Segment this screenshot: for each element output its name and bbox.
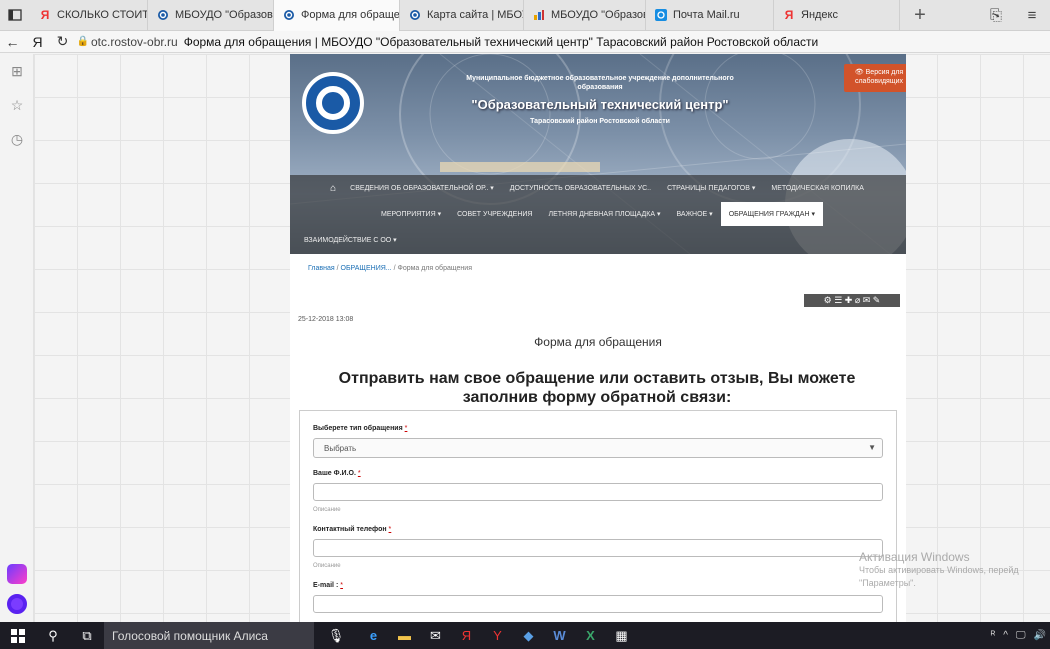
yandex-icon: Я [784,8,794,22]
mail-icon [654,8,668,22]
org-type: Муниципальное бюджетное образовательное … [466,75,734,91]
menu-item-teachers[interactable]: СТРАНИЦЫ ПЕДАГОГОВ ▾ [659,184,763,192]
main-menu: ⌂ СВЕДЕНИЯ ОБ ОБРАЗОВАТЕЛЬНОЙ ОР.. ▾ ДОС… [290,175,906,254]
browser-sidebar: ⊞ ☆ ◷ [0,54,34,622]
messenger-icon[interactable]: ✉ [420,622,451,649]
favorites-star-icon[interactable]: ☆ [0,88,34,122]
phone-label: Контактный телефон * [313,526,392,533]
reload-icon[interactable]: ↻ [50,33,75,50]
site-logo-icon [156,8,170,22]
site-header: Муниципальное бюджетное образовательное … [290,54,906,254]
site-logo-icon [408,8,422,22]
new-tab-button[interactable]: + [900,0,940,31]
show-hidden-icons-icon[interactable]: ^ [1003,630,1008,641]
breadcrumb-home[interactable]: Главная [308,265,335,272]
menu-item-summer[interactable]: ЛЕТНЯЯ ДНЕВНАЯ ПЛОЩАДКА ▾ [540,210,668,218]
lock-icon[interactable]: 🔒 [75,36,91,47]
tab-4[interactable]: Карта сайта | МБОУДО [400,0,524,31]
name-input[interactable] [313,483,883,501]
excel-icon[interactable]: X [575,622,606,649]
menu-item-events[interactable]: МЕРОПРИЯТИЯ ▾ [373,210,449,218]
menu-item-cooperation[interactable]: ВЗАИМОДЕЙСТВИЕ С ОО ▾ [304,236,397,244]
appeal-type-label: Выберете тип обращения * [313,425,408,432]
yandex-icon: Я [40,8,50,22]
tab-3[interactable]: Форма для обраще✕ [274,0,400,31]
task-view-icon[interactable]: ⧉ [70,622,104,649]
url-page-title[interactable]: Форма для обращения | МБОУДО "Образовате… [184,35,818,49]
yandex-home-icon[interactable]: Я [25,34,50,50]
menu-icon[interactable]: ≡ [1014,0,1050,31]
apps-grid-icon[interactable]: ⊞ [0,54,34,88]
browser-tab-bar: ЯСКОЛЬКО СТОИТ ТЕТР МБОУДО "Образовате Ф… [0,0,1050,31]
calculator-icon[interactable]: ▦ [606,622,637,649]
phone-input[interactable] [313,539,883,557]
tab-1[interactable]: ЯСКОЛЬКО СТОИТ ТЕТР [30,0,148,31]
address-bar: ← Я ↻ 🔒 otc.rostov-obr.ru Форма для обра… [0,31,1050,53]
volume-icon[interactable]: 🔊 [1034,630,1046,641]
low-vision-button[interactable]: 👁 Версия для слабовидящих [844,64,906,92]
history-clock-icon[interactable]: ◷ [0,122,34,156]
chart-icon [532,8,546,22]
edit-toolbar[interactable]: ⚙ ☰ ✚ ⌀ ✉ ✎ [804,294,900,307]
keyboard-layout-icon[interactable]: ᴿ [991,630,996,641]
form-intro-heading: Отправить нам свое обращение или оставит… [338,370,856,406]
windows-start-icon[interactable] [0,622,36,649]
sidebar-toggle-icon[interactable] [0,0,30,31]
back-icon[interactable]: ← [0,34,25,50]
website-page: Муниципальное бюджетное образовательное … [290,54,906,622]
org-region: Тарасовский район Ростовской области [530,118,670,125]
alice-app-icon[interactable] [7,564,27,584]
site-logo-icon [282,8,296,22]
alice-voice-icon[interactable] [7,594,27,614]
breadcrumb: Главная / ОБРАЩЕНИЯ... / Форма для обращ… [308,265,472,272]
publish-date: 25-12-2018 13:08 [298,316,354,323]
menu-item-info[interactable]: СВЕДЕНИЯ ОБ ОБРАЗОВАТЕЛЬНОЙ ОР.. ▾ [342,184,502,192]
menu-item-council[interactable]: СОВЕТ УЧРЕЖДЕНИЯ [449,211,540,218]
email-label: E-mail : * [313,582,343,589]
system-tray: ᴿ ^ 🖵 🔊 [983,622,1046,649]
search-icon[interactable]: ⚲ [36,622,70,649]
menu-item-methods[interactable]: МЕТОДИЧЕСКАЯ КОПИЛКА [763,185,872,192]
appeal-type-select[interactable]: Выбрать ▼ [313,438,883,458]
tab-2[interactable]: МБОУДО "Образовате [148,0,274,31]
name-hint: Описание [313,507,341,513]
tab-7[interactable]: Я Яндекс [774,0,900,31]
windows-activation-watermark: Активация Windows Чтобы активировать Win… [859,550,1019,588]
alice-voice-assistant[interactable]: Голосовой помощник Алиса [104,622,314,649]
windows-taskbar: ⚲ ⧉ Голосовой помощник Алиса 🎙 e ▬ ✉ Я Y… [0,622,1050,649]
phone-hint: Описание [313,563,341,569]
feedback-form: Выберете тип обращения * Выбрать ▼ Ваше Ф… [299,410,897,622]
yandex-app-icon[interactable]: Y [482,622,513,649]
microphone-icon[interactable]: 🎙 [314,622,358,649]
window-controls: ⎘ ≡ [978,0,1050,31]
url-domain[interactable]: otc.rostov-obr.ru [91,35,178,49]
email-input[interactable] [313,595,883,613]
site-title-block: Муниципальное бюджетное образовательное … [450,74,750,125]
tab-6[interactable]: Почта Mail.ru [646,0,774,31]
menu-item-accessibility[interactable]: ДОСТУПНОСТЬ ОБРАЗОВАТЕЛЬНЫХ УС.. [502,185,659,192]
paint-icon[interactable]: ◆ [513,622,544,649]
bookmark-icon[interactable]: ⎘ [978,0,1014,31]
site-logo[interactable] [302,72,364,134]
page-title: Форма для обращения [534,335,662,349]
name-label: Ваше Ф.И.О. * [313,470,361,477]
edge-icon[interactable]: e [358,622,389,649]
file-explorer-icon[interactable]: ▬ [389,622,420,649]
home-icon[interactable]: ⌂ [324,183,342,194]
network-icon[interactable]: 🖵 [1016,630,1026,641]
word-icon[interactable]: W [544,622,575,649]
breadcrumb-current: Форма для обращения [397,265,473,272]
tab-5[interactable]: МБОУДО "Образовате [524,0,646,31]
menu-item-appeals[interactable]: ОБРАЩЕНИЯ ГРАЖДАН ▾ [720,202,823,226]
chevron-down-icon: ▼ [868,443,876,452]
org-name: "Образовательный технический центр" [471,97,729,112]
menu-item-important[interactable]: ВАЖНОЕ ▾ [668,210,720,218]
breadcrumb-section[interactable]: ОБРАЩЕНИЯ... [341,265,392,272]
yandex-browser-icon[interactable]: Я [451,622,482,649]
